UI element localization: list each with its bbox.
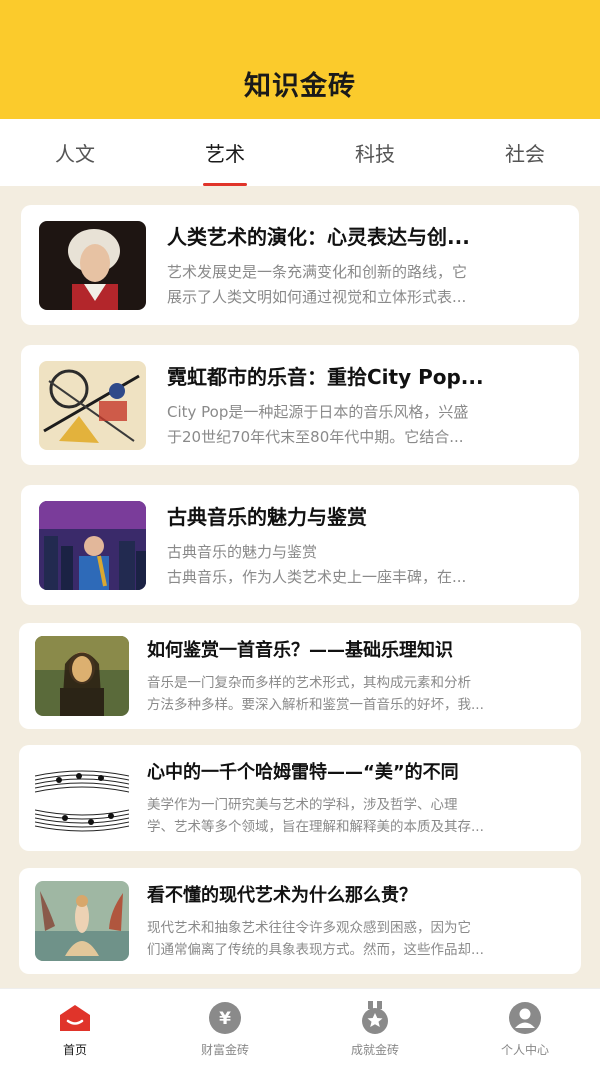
- user-icon: [508, 1001, 542, 1035]
- nav-label: 个人中心: [500, 1043, 549, 1057]
- svg-text:¥: ¥: [219, 1009, 231, 1029]
- article-card[interactable]: 古典音乐的魅力与鉴赏 古典音乐的魅力与鉴赏 古典音乐，作为人类艺术史上一座丰碑，…: [21, 485, 579, 605]
- article-title: 看不懂的现代艺术为什么那么贵？: [147, 885, 417, 906]
- venus-painting-thumbnail: [35, 881, 129, 961]
- article-card[interactable]: 人类艺术的演化：心灵表达与创... 艺术发展史是一条充满变化和创新的路线，它 展…: [21, 205, 579, 325]
- article-summary: 美学作为一门研究美与艺术的学科，涉及哲学、心理 学、艺术等多个领域，旨在理解和解…: [147, 797, 484, 835]
- article-card[interactable]: 霓虹都市的乐音：重拾City Pop... City Pop是一种起源于日本的音…: [21, 345, 579, 465]
- article-card[interactable]: 心中的一千个哈姆雷特——“美”的不同 美学作为一门研究美与艺术的学科，涉及哲学、…: [19, 745, 581, 851]
- app-header: 知识金砖: [0, 0, 600, 119]
- article-summary: 现代艺术和抽象艺术往往令许多观众感到困惑，因为它 们通常偏离了传统的具象表现方式…: [147, 920, 484, 958]
- tab-art[interactable]: 艺术: [150, 119, 300, 186]
- mona-lisa-thumbnail: [35, 636, 129, 716]
- article-title: 心中的一千个哈姆雷特——“美”的不同: [147, 762, 459, 783]
- yuan-coin-icon: ¥: [208, 1001, 242, 1035]
- nav-label: 财富金砖: [200, 1043, 249, 1057]
- article-summary: 古典音乐的魅力与鉴赏 古典音乐，作为人类艺术史上一座丰碑，在...: [167, 542, 467, 586]
- abstract-art-thumbnail: [39, 360, 146, 450]
- tab-society[interactable]: 社会: [450, 119, 600, 186]
- category-tabs: 人文 艺术 科技 社会: [0, 119, 600, 186]
- music-notes-thumbnail: [35, 758, 129, 838]
- nav-label: 成就金砖: [350, 1043, 399, 1057]
- home-icon: [58, 1001, 92, 1035]
- nav-wealth[interactable]: ¥ 财富金砖: [150, 989, 300, 1066]
- article-card[interactable]: 如何鉴赏一首音乐？——基础乐理知识 音乐是一门复杂而多样的艺术形式，其构成元素和…: [19, 623, 581, 729]
- nav-label: 首页: [62, 1043, 87, 1057]
- article-title: 人类艺术的演化：心灵表达与创...: [167, 224, 470, 249]
- article-title: 古典音乐的魅力与鉴赏: [167, 504, 367, 529]
- saxophone-poster-thumbnail: [39, 500, 146, 590]
- article-summary: 音乐是一门复杂而多样的艺术形式，其构成元素和分析 方法多种多样。要深入解析和鉴赏…: [147, 675, 484, 713]
- portrait-thumbnail: [39, 220, 146, 310]
- tab-technology[interactable]: 科技: [300, 119, 450, 186]
- nav-profile[interactable]: 个人中心: [450, 989, 600, 1066]
- nav-home[interactable]: 首页: [0, 989, 150, 1066]
- article-summary: City Pop是一种起源于日本的音乐风格，兴盛 于20世纪70年代末至80年代…: [167, 402, 469, 446]
- article-title: 霓虹都市的乐音：重拾City Pop...: [167, 364, 484, 389]
- bottom-navigation: 首页 ¥ 财富金砖 成就金砖 个人中心: [0, 988, 600, 1066]
- page-title: 知识金砖: [244, 71, 356, 102]
- nav-achievement[interactable]: 成就金砖: [300, 989, 450, 1066]
- article-title: 如何鉴赏一首音乐？——基础乐理知识: [147, 640, 453, 661]
- article-card[interactable]: 看不懂的现代艺术为什么那么贵？ 现代艺术和抽象艺术往往令许多观众感到困惑，因为它…: [19, 868, 581, 974]
- article-summary: 艺术发展史是一条充满变化和创新的路线，它 展示了人类文明如何通过视觉和立体形式表…: [167, 262, 468, 306]
- tab-humanities[interactable]: 人文: [0, 119, 150, 186]
- medal-icon: [358, 1001, 392, 1035]
